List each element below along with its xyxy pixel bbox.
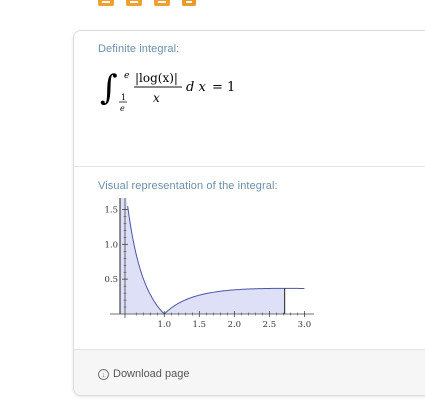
table-icon[interactable] [154,0,170,6]
download-page-button[interactable]: ↓ Download page [98,368,189,380]
integral-plot: 1.0 1.5 2.0 2.5 3.0 0.5 1.0 1.5 [104,198,314,330]
integral-formula-svg: ∫ e 1 e |log(x)| x d x = 1 [100,68,235,113]
integral-section-title: Definite integral: [98,43,180,55]
differential: d x [186,80,206,95]
result-pod: Definite integral: ∫ e 1 e |log(x)| x d … [73,30,425,396]
section-divider [74,166,425,167]
lower-limit-denominator: e [120,104,125,113]
x-tick-label: 1.5 [193,320,207,330]
integrand-denominator: x [153,91,160,105]
integrand-numerator: |log(x)| [135,71,178,85]
toolbar [98,0,208,8]
x-tick-label: 1.0 [158,320,172,330]
integral-result: = 1 [212,80,235,95]
x-tick-label: 3.0 [298,320,312,330]
area-fill [120,198,285,314]
y-tick-label: 0.5 [104,275,118,285]
x-tick-label: 2.0 [228,320,242,330]
y-tick-label: 1.5 [104,205,118,215]
puzzle-icon[interactable] [182,0,196,6]
download-label: Download page [113,368,190,380]
keyboard-icon[interactable] [98,0,114,6]
integral-sign: ∫ [100,68,118,108]
y-tick-label: 1.0 [104,240,118,250]
pod-footer: ↓ Download page [74,349,425,395]
upper-limit: e [124,71,129,81]
x-tick-label: 2.5 [263,320,277,330]
visual-section-title: Visual representation of the integral: [98,180,278,192]
download-icon: ↓ [98,368,109,380]
integral-formula: ∫ e 1 e |log(x)| x d x = 1 [98,65,258,115]
camera-icon[interactable] [126,0,142,6]
lower-limit-numerator: 1 [121,93,126,102]
